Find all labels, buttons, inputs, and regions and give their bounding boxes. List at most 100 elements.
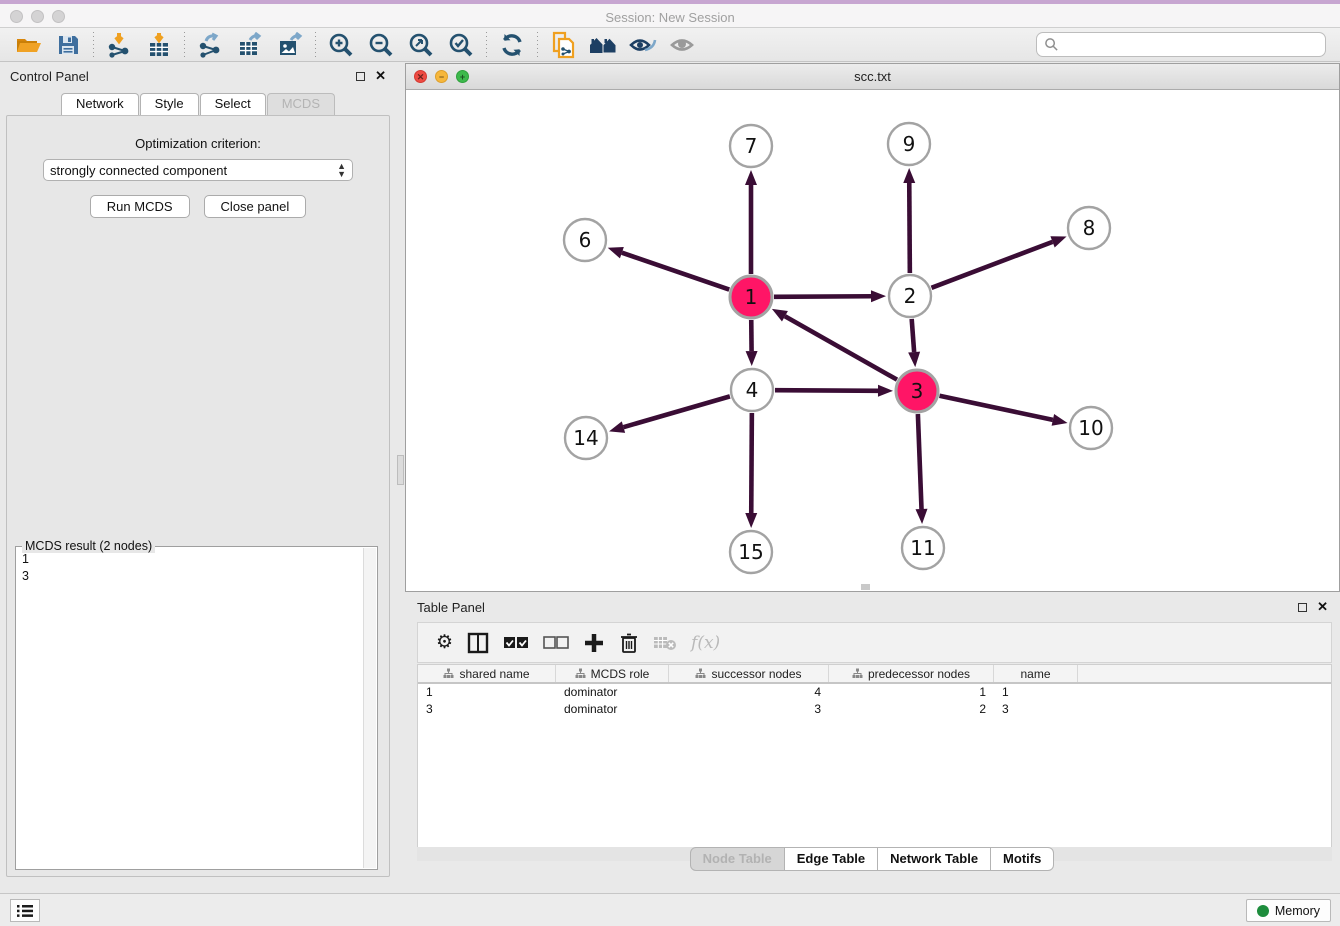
tab-edge-table[interactable]: Edge Table (784, 847, 878, 871)
network-graph[interactable]: 7968124314101511 (406, 90, 1339, 591)
cell[interactable]: dominator (556, 702, 669, 716)
float-panel-icon[interactable] (356, 72, 365, 81)
tab-select[interactable]: Select (200, 93, 266, 115)
zoom-out-button[interactable] (361, 30, 401, 60)
mcds-result-box: MCDS result (2 nodes) 1 3 (15, 546, 378, 870)
tab-style[interactable]: Style (140, 93, 199, 115)
column-label: predecessor nodes (868, 667, 970, 681)
edge-4-3[interactable] (775, 390, 878, 391)
export-table-button[interactable] (230, 30, 270, 60)
edge-3-11[interactable] (918, 414, 922, 509)
select-all-icon[interactable] (503, 635, 529, 651)
canvas-hscroll-thumb[interactable] (861, 584, 870, 590)
node-label-14: 14 (573, 426, 598, 450)
zoom-selected-button[interactable] (441, 30, 481, 60)
close-table-panel-icon[interactable]: ✕ (1317, 599, 1328, 615)
node-label-3: 3 (911, 379, 924, 403)
status-bar: Memory (0, 893, 1340, 926)
cell[interactable]: 3 (418, 702, 556, 716)
mcds-result-scrollbar[interactable] (363, 548, 376, 868)
delete-table-icon[interactable] (653, 634, 677, 652)
cell[interactable]: 4 (669, 685, 829, 699)
node-label-10: 10 (1078, 416, 1103, 440)
unselect-all-icon[interactable] (543, 635, 569, 651)
column-header-name[interactable]: name (994, 665, 1078, 682)
toolbar-separator (537, 32, 538, 58)
column-header-MCDS-role[interactable]: MCDS role (556, 665, 669, 682)
float-table-panel-icon[interactable] (1298, 603, 1307, 612)
cell[interactable]: 1 (418, 685, 556, 699)
search-input[interactable] (1036, 32, 1326, 57)
column-header-shared-name[interactable]: shared name (418, 665, 556, 682)
export-image-icon (277, 32, 303, 58)
first-neighbors-button[interactable] (583, 30, 623, 60)
edge-2-8[interactable] (932, 242, 1053, 288)
tab-network[interactable]: Network (61, 93, 139, 115)
import-table-button[interactable] (139, 30, 179, 60)
refresh-layout-icon (499, 32, 525, 58)
criterion-select[interactable]: strongly connected component ▲▼ (43, 159, 353, 181)
table-row[interactable]: 1dominator411 (418, 684, 1331, 701)
zoom-in-button[interactable] (321, 30, 361, 60)
tab-node-table[interactable]: Node Table (690, 847, 785, 871)
run-mcds-button[interactable]: Run MCDS (90, 195, 190, 218)
control-panel-tabs: NetworkStyleSelectMCDS (0, 93, 396, 115)
column-pane-icon[interactable] (467, 632, 489, 654)
edge-4-15[interactable] (751, 413, 752, 513)
import-table-icon (146, 32, 172, 58)
cell[interactable]: 1 (829, 685, 994, 699)
tab-network-table[interactable]: Network Table (877, 847, 991, 871)
edge-2-9[interactable] (909, 183, 910, 273)
column-header-successor-nodes[interactable]: successor nodes (669, 665, 829, 682)
edge-1-2[interactable] (774, 296, 871, 297)
import-network-button[interactable] (99, 30, 139, 60)
show-graphics-details-button[interactable] (623, 30, 663, 60)
edge-2-3[interactable] (912, 319, 914, 352)
open-file-button[interactable] (8, 30, 48, 60)
zoom-fit-icon (408, 32, 434, 58)
arrowhead-icon (772, 309, 788, 322)
cell[interactable]: 1 (994, 685, 1078, 699)
export-image-button[interactable] (270, 30, 310, 60)
cell[interactable]: dominator (556, 685, 669, 699)
arrowhead-icon (745, 513, 757, 528)
close-panel-icon[interactable]: ✕ (375, 68, 386, 84)
edge-1-6[interactable] (622, 253, 729, 290)
add-row-icon[interactable] (583, 632, 605, 654)
cell[interactable]: 3 (994, 702, 1078, 716)
gear-icon[interactable]: ⚙ (436, 631, 453, 654)
edge-3-10[interactable] (939, 396, 1052, 420)
zoom-fit-button[interactable] (401, 30, 441, 60)
cell[interactable]: 3 (669, 702, 829, 716)
mcds-result-text[interactable]: 1 3 (18, 551, 361, 867)
tab-motifs[interactable]: Motifs (990, 847, 1054, 871)
edge-3-1[interactable] (785, 316, 897, 379)
cell[interactable]: 2 (829, 702, 994, 716)
clone-network-button[interactable] (543, 30, 583, 60)
hide-graphics-details-button[interactable] (663, 30, 703, 60)
tab-mcds[interactable]: MCDS (267, 93, 335, 115)
splitter-grip[interactable] (397, 455, 404, 485)
save-session-button[interactable] (48, 30, 88, 60)
table-body: 1dominator4113dominator323 (418, 684, 1331, 717)
control-panel: Control Panel ✕ NetworkStyleSelectMCDS O… (0, 63, 396, 885)
node-table[interactable]: shared nameMCDS rolesuccessor nodes prede… (417, 664, 1332, 861)
export-network-button[interactable] (190, 30, 230, 60)
close-panel-button[interactable]: Close panel (204, 195, 307, 218)
table-row[interactable]: 3dominator323 (418, 701, 1331, 718)
refresh-layout-button[interactable] (492, 30, 532, 60)
network-view-titlebar[interactable]: ✕ − + scc.txt (406, 64, 1339, 90)
node-label-8: 8 (1083, 216, 1096, 240)
memory-button[interactable]: Memory (1246, 899, 1331, 922)
delete-row-icon[interactable] (619, 632, 639, 654)
column-header-predecessor-nodes[interactable]: predecessor nodes (829, 665, 994, 682)
list-icon (16, 904, 34, 918)
control-panel-title: Control Panel (10, 69, 356, 84)
column-type-icon (575, 668, 586, 679)
toolbar-separator (486, 32, 487, 58)
function-builder-icon[interactable]: f(x) (691, 633, 720, 653)
task-history-button[interactable] (10, 899, 40, 922)
edge-4-14[interactable] (623, 396, 729, 427)
main-toolbar (0, 28, 1340, 62)
network-canvas[interactable]: 7968124314101511 (406, 90, 1339, 591)
